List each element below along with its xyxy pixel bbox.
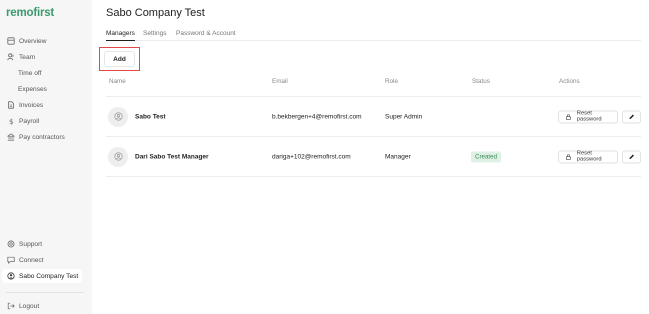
user-icon <box>113 112 123 121</box>
reset-password-button[interactable]: Reset password <box>558 110 618 123</box>
bank-icon <box>7 133 15 141</box>
invoice-icon <box>7 101 15 109</box>
sidebar-item-label: Connect <box>19 256 44 264</box>
dollar-icon: $ <box>7 117 15 125</box>
sidebar-item-label: Payroll <box>19 117 40 125</box>
sidebar-item-label: Team <box>19 53 36 61</box>
column-header-role: Role <box>385 78 398 85</box>
row-email: b.bekbergen+4@remofirst.com <box>272 113 362 120</box>
column-header-email: Email <box>272 78 288 85</box>
page-title: Sabo Company Test <box>106 7 205 19</box>
sidebar-item-label: Support <box>19 240 43 248</box>
reset-password-label: Reset password <box>576 110 602 123</box>
sidebar-item-label: Sabo Company Test <box>19 272 79 280</box>
row-email: dariga+102@remofirst.com <box>272 153 351 160</box>
tab-bar: Managers Settings Password & Account <box>106 28 641 41</box>
sidebar-item-label: Pay contractors <box>19 133 65 141</box>
pencil-icon <box>629 154 634 159</box>
team-icon <box>7 53 15 61</box>
row-role: Super Admin <box>385 113 423 120</box>
add-button[interactable]: Add <box>104 51 135 67</box>
sidebar-item-connect[interactable]: Connect <box>2 253 82 267</box>
user-icon <box>113 152 123 161</box>
sidebar-item-support[interactable]: Support <box>2 237 82 251</box>
table-row: Sabo Test b.bekbergen+4@remofirst.com Su… <box>106 97 641 137</box>
sidebar-item-payroll[interactable]: $ Payroll <box>2 114 82 128</box>
sidebar-item-label: Logout <box>19 302 40 310</box>
tab-managers[interactable]: Managers <box>106 30 135 41</box>
sidebar-item-team[interactable]: Team <box>2 50 82 64</box>
sidebar-item-expenses[interactable]: Expenses <box>2 82 82 96</box>
edit-button[interactable] <box>622 110 641 123</box>
sidebar-item-overview[interactable]: Overview <box>2 34 82 48</box>
tab-password-account[interactable]: Password & Account <box>176 30 236 41</box>
reset-password-button[interactable]: Reset password <box>558 150 618 163</box>
overview-icon <box>7 37 15 45</box>
svg-text:$: $ <box>9 117 14 125</box>
status-badge: Created <box>471 151 502 162</box>
row-role: Manager <box>385 153 411 160</box>
tab-settings[interactable]: Settings <box>143 30 167 41</box>
chat-icon <box>7 256 15 264</box>
row-name[interactable]: Dari Sabo Test Manager <box>135 153 209 160</box>
sidebar-item-pay-contractors[interactable]: Pay contractors <box>2 130 82 144</box>
column-header-status: Status <box>472 78 490 85</box>
sidebar-item-logout[interactable]: Logout <box>2 299 82 313</box>
pencil-icon <box>629 114 634 119</box>
column-header-actions: Actions <box>559 78 580 85</box>
column-header-name: Name <box>109 78 126 85</box>
sidebar-item-time-off[interactable]: Time off <box>2 66 82 80</box>
sidebar-item-label: Invoices <box>19 101 44 109</box>
logout-icon <box>7 302 15 310</box>
sidebar-item-label: Expenses <box>18 85 47 93</box>
sidebar: remofirst Overview Team Time off Expense… <box>0 0 92 314</box>
sidebar-item-invoices[interactable]: Invoices <box>2 98 82 112</box>
remofirst-logo[interactable]: remofirst <box>6 7 54 19</box>
lock-icon <box>566 153 571 160</box>
edit-button[interactable] <box>622 150 641 163</box>
avatar <box>108 146 128 167</box>
table-row: Dari Sabo Test Manager dariga+102@remofi… <box>106 137 641 177</box>
support-icon <box>7 240 15 248</box>
sidebar-item-label: Time off <box>18 69 42 77</box>
lock-icon <box>566 113 571 120</box>
sidebar-divider <box>6 292 84 293</box>
company-icon <box>7 272 15 280</box>
reset-password-label: Reset password <box>576 150 602 163</box>
sidebar-item-company[interactable]: Sabo Company Test <box>2 269 82 283</box>
row-name[interactable]: Sabo Test <box>135 113 166 120</box>
avatar <box>108 106 128 127</box>
sidebar-item-label: Overview <box>19 37 47 45</box>
